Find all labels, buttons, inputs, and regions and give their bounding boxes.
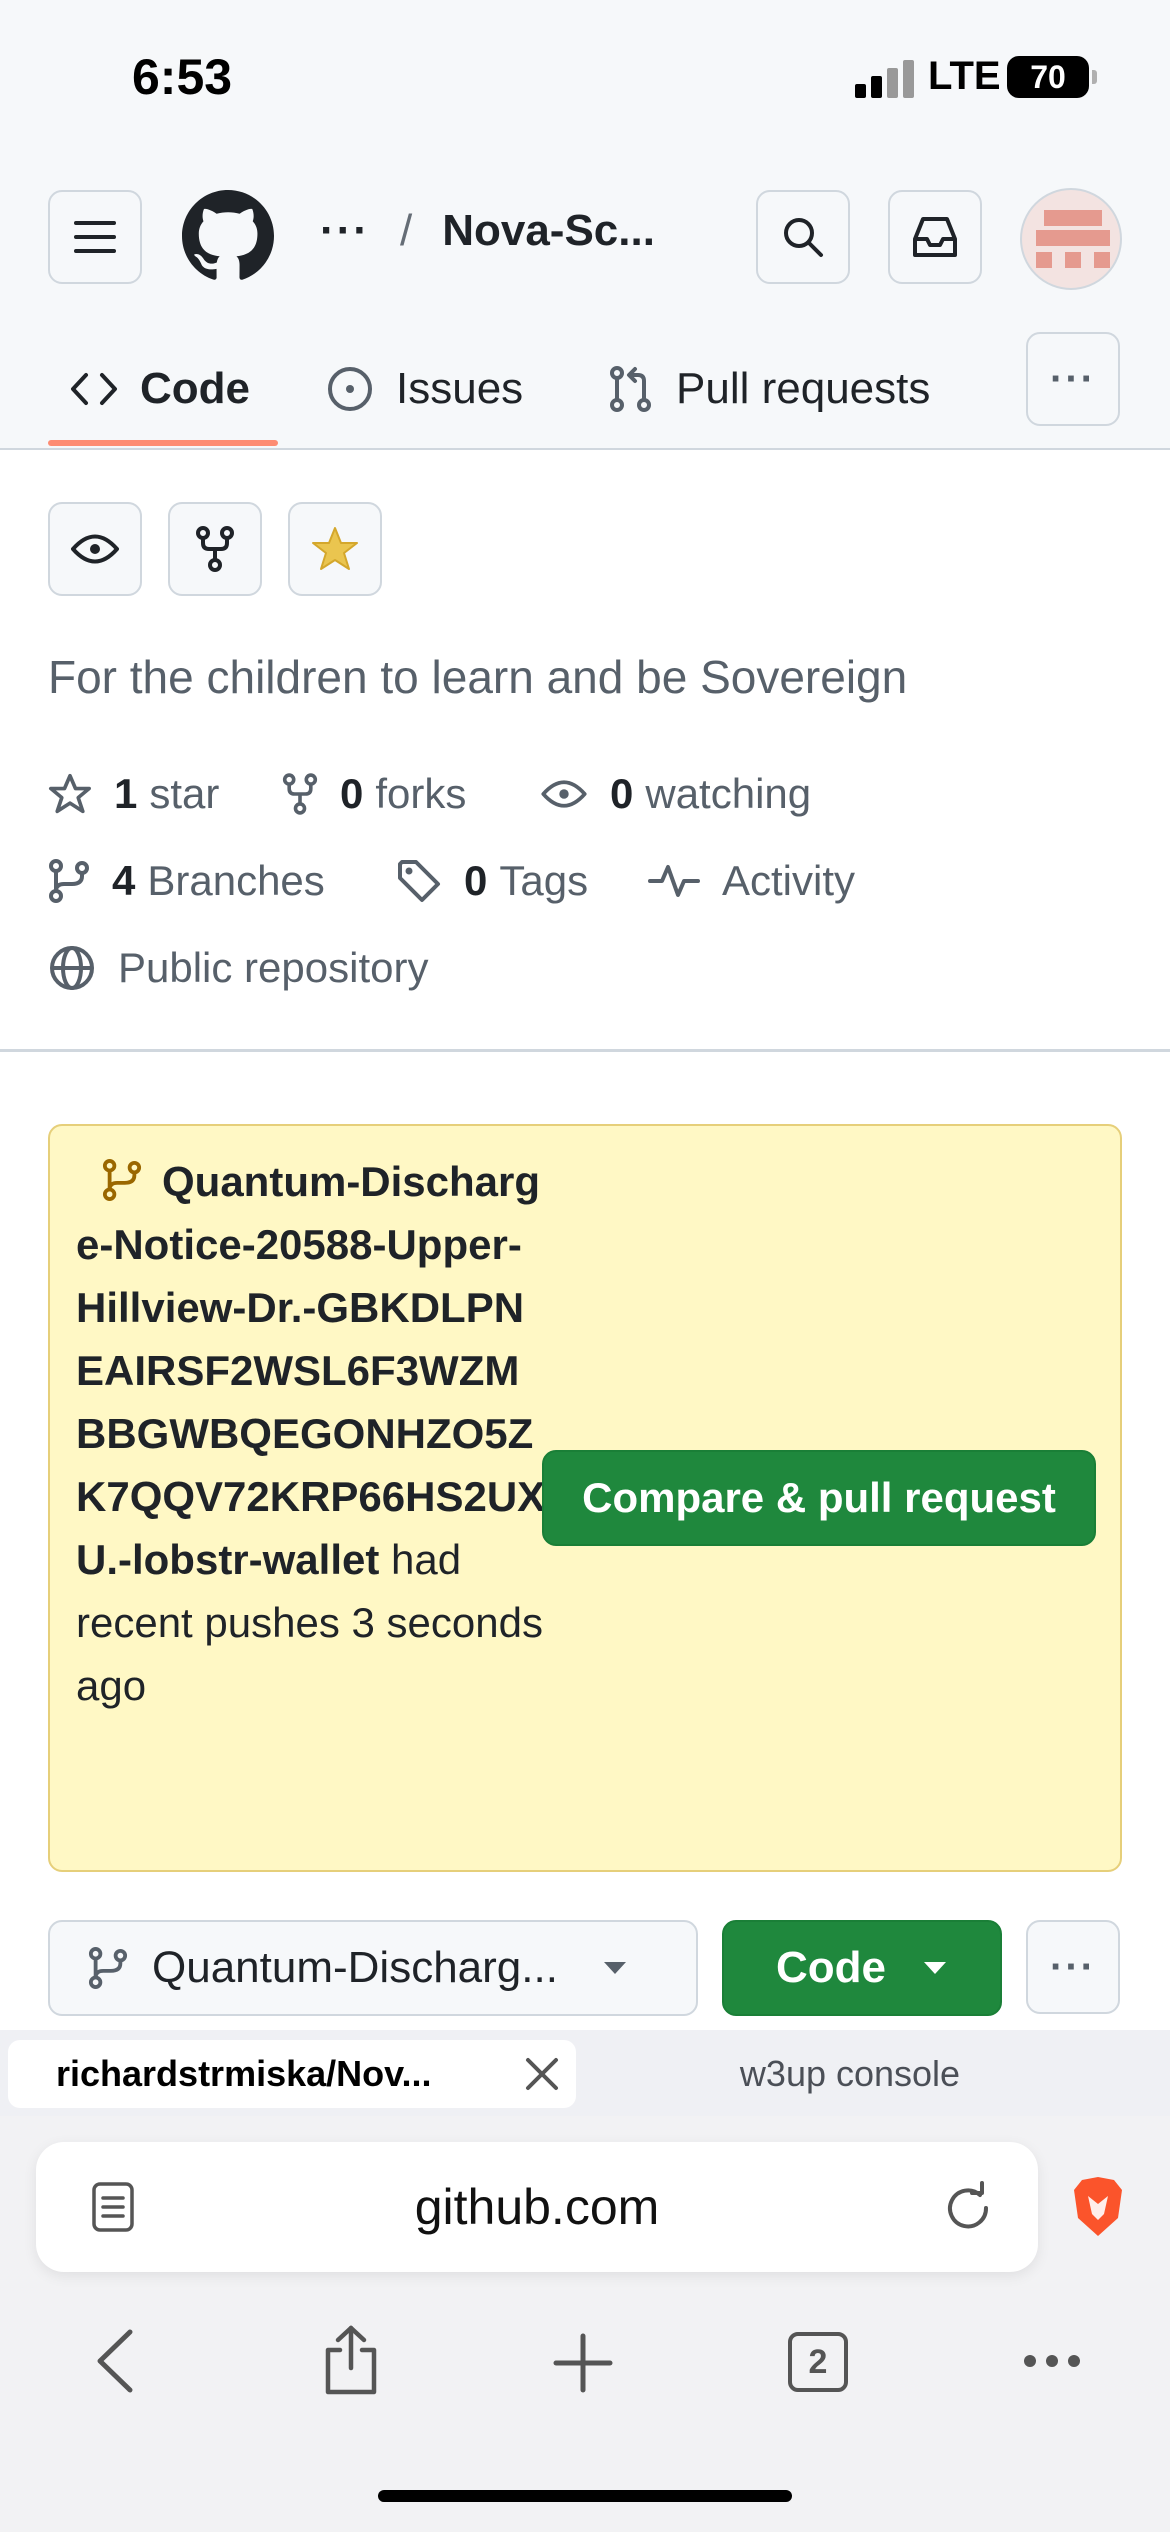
globe-icon (50, 946, 94, 990)
home-indicator (378, 2490, 792, 2502)
menu-button[interactable] (48, 190, 142, 284)
branches-count: 4 (112, 857, 136, 904)
address-url[interactable]: github.com (36, 2142, 1038, 2272)
code-dropdown-button[interactable]: Code (722, 1920, 1002, 2016)
star-filled-icon (312, 527, 358, 570)
tab-label: Pull requests (676, 364, 931, 413)
more-icon: ··· (1050, 1944, 1096, 1989)
fork-button[interactable] (168, 502, 262, 596)
tab-pull-requests[interactable]: Pull requests (608, 330, 930, 448)
watching-count: 0 (610, 770, 634, 817)
browser-menu-button[interactable] (1020, 2350, 1084, 2377)
github-logo-icon[interactable] (182, 190, 274, 287)
selected-branch-label: Quantum-Discharg... (152, 1943, 558, 1992)
eye-icon (71, 534, 119, 564)
inbox-button[interactable] (888, 190, 982, 284)
issue-opened-icon (328, 367, 372, 411)
compare-pull-request-button[interactable]: Compare & pull request (542, 1450, 1096, 1546)
section-divider (0, 1049, 1170, 1052)
share-icon (325, 2325, 377, 2395)
stars-count: 1 (114, 770, 138, 817)
visibility-label: Public repository (118, 944, 429, 991)
branch-selector[interactable]: Quantum-Discharg... (48, 1920, 698, 2016)
activity-label: Activity (722, 857, 856, 904)
star-button[interactable] (288, 502, 382, 596)
close-tab-button[interactable] (520, 2052, 564, 2101)
git-branch-icon (88, 1947, 128, 1989)
repo-forked-icon (282, 773, 318, 815)
tab-label: Issues (396, 364, 524, 413)
browser-tab-title: richardstrmiska/Nov... (56, 2053, 432, 2094)
watch-button[interactable] (48, 502, 142, 596)
avatar[interactable] (1020, 188, 1122, 290)
hamburger-icon (74, 221, 116, 253)
triangle-down-icon (603, 1962, 626, 1974)
forks-count: 0 (340, 770, 364, 817)
inbox-icon (913, 217, 957, 257)
browser-tab-inactive[interactable]: w3up console (600, 2040, 1100, 2108)
pushed-branch-name: Quantum-Discharge-Notice-20588-Upper-Hil… (76, 1158, 546, 1583)
more-icon: ··· (1050, 356, 1096, 401)
chevron-left-icon (97, 2329, 133, 2393)
activity-link[interactable]: Activity (648, 857, 855, 905)
tab-label: Code (140, 364, 250, 413)
git-branch-icon (102, 1159, 142, 1201)
tab-switcher-button[interactable]: 2 (788, 2332, 848, 2392)
tag-icon (398, 860, 440, 902)
triangle-down-icon (924, 1962, 946, 1974)
new-tab-button[interactable] (552, 2332, 614, 2399)
breadcrumb-separator: / (399, 206, 413, 255)
selected-tab-indicator (48, 440, 278, 446)
repo-description: For the children to learn and be Soverei… (48, 651, 908, 703)
repo-name[interactable]: Nova-Sc... (442, 206, 655, 256)
pulse-icon (648, 865, 700, 897)
reader-mode-icon[interactable] (90, 2180, 136, 2239)
browser-tab-active[interactable]: richardstrmiska/Nov... (8, 2040, 576, 2108)
battery-icon: 70 (1007, 56, 1097, 98)
signal-icon (855, 58, 915, 98)
tab-code[interactable]: Code (70, 330, 250, 448)
visibility-info: Public repository (48, 944, 428, 992)
breadcrumb: ··· / Nova-Sc... (320, 206, 655, 256)
watching-link[interactable]: 0 watching (540, 770, 811, 818)
breadcrumb-more[interactable]: ··· (320, 206, 370, 256)
git-pull-request-icon (610, 366, 651, 412)
git-branch-icon (49, 859, 89, 903)
network-label: LTE (928, 54, 1001, 98)
recent-push-message: Quantum-Discharge-Notice-20588-Upper-Hil… (76, 1150, 546, 1717)
search-button[interactable] (756, 190, 850, 284)
forks-link[interactable]: 0 forks (282, 770, 466, 818)
plus-icon (553, 2333, 613, 2393)
repo-forked-icon (196, 526, 234, 572)
close-icon (526, 2058, 558, 2090)
search-icon (784, 218, 823, 257)
share-button[interactable] (318, 2324, 384, 2401)
eye-icon (541, 780, 587, 808)
tags-link[interactable]: 0 Tags (396, 857, 588, 905)
tab-issues[interactable]: Issues (326, 330, 523, 448)
more-horizontal-icon (1024, 2355, 1080, 2367)
branches-link[interactable]: 4 Branches (48, 857, 325, 905)
tags-count: 0 (464, 857, 488, 904)
watching-label: watching (645, 770, 812, 817)
code-icon (71, 373, 117, 405)
star-icon (49, 773, 91, 814)
brave-shields-icon[interactable] (1068, 2174, 1128, 2245)
branches-label: Branches (147, 857, 325, 904)
status-time: 6:53 (132, 49, 233, 105)
repo-nav-tabs: Code Issues Pull requests (0, 330, 1170, 450)
back-button[interactable] (92, 2326, 138, 2401)
code-button-label: Code (776, 1943, 886, 1992)
repo-more-button[interactable]: ··· (1026, 1920, 1120, 2014)
stars-label: star (149, 770, 220, 817)
forks-label: forks (375, 770, 467, 817)
tags-label: Tags (499, 857, 589, 904)
stars-link[interactable]: 1 star (48, 770, 219, 818)
reload-icon[interactable] (940, 2180, 996, 2241)
tabs-more-button[interactable]: ··· (1026, 332, 1120, 426)
